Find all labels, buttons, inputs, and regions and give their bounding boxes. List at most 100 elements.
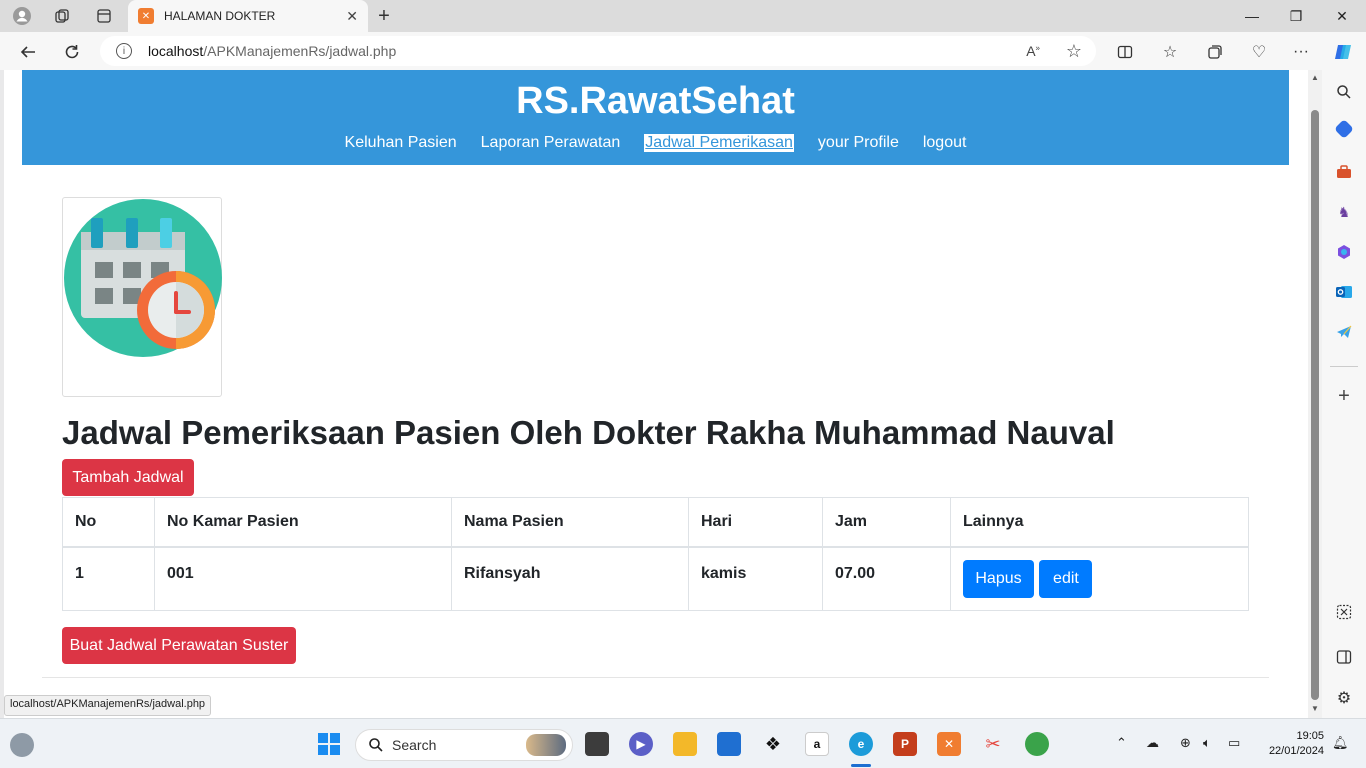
- nav-your-profile[interactable]: your Profile: [818, 134, 899, 152]
- scroll-up-icon[interactable]: ▲: [1310, 73, 1320, 83]
- taskbar-clock[interactable]: 19:05 22/01/2024: [1250, 729, 1324, 759]
- windows-taskbar: Search ▶ ❖ a e P ✕ ✂ ⌃ ☁ ⊕ 🔈︎ ▭ 19:05 22…: [0, 718, 1366, 768]
- site-title: RS.RawatSehat: [516, 80, 795, 122]
- clock-date: 22/01/2024: [1268, 745, 1324, 757]
- cell-actions: Hapus edit: [950, 546, 1249, 611]
- weather-widget-icon[interactable]: [10, 733, 34, 757]
- nav-keluhan-pasien[interactable]: Keluhan Pasien: [345, 134, 457, 152]
- tambah-jadwal-button[interactable]: Tambah Jadwal: [62, 459, 194, 496]
- scroll-down-icon[interactable]: ▼: [1310, 704, 1320, 714]
- search-placeholder: Search: [392, 737, 437, 753]
- tools-briefcase-icon[interactable]: [1334, 162, 1354, 182]
- profile-icon[interactable]: [12, 6, 32, 26]
- main-nav: Keluhan Pasien Laporan Perawatan Jadwal …: [22, 134, 1289, 152]
- nav-laporan-perawatan[interactable]: Laporan Perawatan: [481, 134, 621, 152]
- browser-essentials-icon[interactable]: ♡: [1248, 41, 1270, 63]
- col-header-nama: Nama Pasien: [451, 497, 689, 548]
- read-aloud-icon[interactable]: A»: [1026, 43, 1040, 59]
- site-header: RS.RawatSehat Keluhan Pasien Laporan Per…: [22, 70, 1289, 165]
- speaker-icon[interactable]: 🔈︎: [1203, 735, 1211, 751]
- status-url: localhost/APKManajemenRs/jadwal.php: [4, 695, 212, 716]
- scroll-thumb[interactable]: [1311, 110, 1319, 700]
- powerpoint-icon[interactable]: P: [893, 732, 917, 756]
- search-icon: [369, 738, 383, 752]
- sidebar-divider: [1330, 366, 1358, 367]
- col-header-kamar: No Kamar Pasien: [154, 497, 452, 548]
- edge-browser-icon[interactable]: e: [849, 732, 873, 756]
- url-input[interactable]: i localhost/APKManajemenRs/jadwal.php A»…: [100, 36, 1096, 66]
- language-globe-icon[interactable]: ⊕: [1180, 735, 1191, 751]
- page-title: Jadwal Pemeriksaan Pasien Oleh Dokter Ra…: [62, 414, 1115, 452]
- copilot-icon[interactable]: [1332, 41, 1354, 63]
- page-scrollbar[interactable]: ▲ ▼: [1308, 70, 1322, 718]
- page-title-prefix: Jadwal Pemeriksaan Pasien Oleh Dokter: [62, 414, 706, 451]
- file-explorer-icon[interactable]: [673, 732, 697, 756]
- globe-app-icon[interactable]: [1025, 732, 1049, 756]
- notification-bell-icon[interactable]: 🔔︎: [1332, 735, 1349, 751]
- search-highlight-image: [526, 734, 566, 756]
- collections-icon[interactable]: [1204, 41, 1226, 63]
- browser-tab-strip: ✕ HALAMAN DOKTER ✕ + — ❐ ✕: [0, 0, 1366, 32]
- cell-no: 1: [62, 546, 155, 611]
- table-header-row: No No Kamar Pasien Nama Pasien Hari Jam …: [62, 497, 1249, 548]
- hapus-button[interactable]: Hapus: [963, 559, 1034, 598]
- buat-jadwal-perawatan-suster-button[interactable]: Buat Jadwal Perawatan Suster: [62, 627, 296, 664]
- task-view-icon[interactable]: [585, 732, 609, 756]
- hide-sidebar-icon[interactable]: [1334, 647, 1354, 667]
- nav-logout[interactable]: logout: [923, 134, 967, 152]
- page-viewport: RS.RawatSehat Keluhan Pasien Laporan Per…: [4, 70, 1308, 718]
- restore-icon[interactable]: ❐: [1286, 6, 1306, 26]
- refresh-icon[interactable]: [61, 41, 83, 63]
- back-icon[interactable]: [17, 41, 39, 63]
- amazon-icon[interactable]: a: [805, 732, 829, 756]
- taskbar-search-input[interactable]: Search: [355, 729, 573, 761]
- table-row: 1 001 Rifansyah kamis 07.00 Hapus edit: [62, 546, 1249, 611]
- tab-title: HALAMAN DOKTER: [164, 9, 276, 23]
- address-bar-area: i localhost/APKManajemenRs/jadwal.php A»…: [0, 32, 1366, 70]
- calendar-icon: [64, 199, 222, 357]
- tray-overflow-icon[interactable]: ⌃: [1116, 735, 1127, 751]
- more-menu-icon[interactable]: ···: [1290, 41, 1312, 63]
- settings-gear-icon[interactable]: ⚙: [1334, 688, 1354, 708]
- tab-actions-icon[interactable]: [94, 6, 114, 26]
- meet-video-icon[interactable]: ▶: [629, 732, 653, 756]
- new-tab-button[interactable]: +: [374, 5, 394, 27]
- divider: [42, 677, 1269, 678]
- start-windows-icon[interactable]: [317, 732, 341, 756]
- games-icon[interactable]: ♞: [1334, 202, 1354, 222]
- microsoft365-icon[interactable]: [1334, 242, 1354, 262]
- dropbox-icon[interactable]: ❖: [761, 732, 785, 756]
- split-screen-icon[interactable]: [1114, 41, 1136, 63]
- screenshot-icon[interactable]: [1334, 602, 1354, 622]
- calendar-clock-image: [62, 197, 222, 397]
- xampp-icon[interactable]: ✕: [937, 732, 961, 756]
- battery-icon[interactable]: ▭: [1228, 735, 1240, 751]
- close-window-icon[interactable]: ✕: [1332, 6, 1352, 26]
- site-info-icon[interactable]: i: [116, 43, 132, 59]
- minimize-icon[interactable]: —: [1242, 6, 1262, 26]
- active-app-indicator: [851, 764, 871, 767]
- outlook-icon[interactable]: [1334, 282, 1354, 302]
- telegram-send-icon[interactable]: [1334, 322, 1354, 342]
- snipping-tool-icon[interactable]: ✂: [981, 732, 1005, 756]
- clock-time: 19:05: [1296, 730, 1324, 742]
- add-sidebar-app-icon[interactable]: +: [1334, 385, 1354, 407]
- tab-close-icon[interactable]: ✕: [346, 8, 358, 25]
- col-header-hari: Hari: [688, 497, 823, 548]
- url-host: localhost: [148, 43, 204, 59]
- microsoft-store-icon[interactable]: [717, 732, 741, 756]
- col-header-no: No: [62, 497, 155, 548]
- workspaces-icon[interactable]: [52, 6, 72, 26]
- search-icon[interactable]: [1334, 82, 1354, 102]
- cell-hari: kamis: [688, 546, 823, 611]
- url-path: /APKManajemenRs/jadwal.php: [203, 43, 397, 59]
- col-header-jam: Jam: [822, 497, 951, 548]
- tray-cloud-icon[interactable]: ☁: [1146, 735, 1159, 751]
- nav-jadwal-pemerikasan[interactable]: Jadwal Pemerikasan: [644, 134, 794, 152]
- xampp-favicon-icon: ✕: [138, 8, 154, 24]
- edit-button[interactable]: edit: [1039, 559, 1093, 598]
- tab-halaman-dokter[interactable]: ✕ HALAMAN DOKTER ✕: [128, 0, 368, 32]
- favorite-star-icon[interactable]: ☆: [1066, 41, 1082, 62]
- favorites-icon[interactable]: ☆: [1159, 41, 1181, 63]
- col-header-lainnya: Lainnya: [950, 497, 1249, 548]
